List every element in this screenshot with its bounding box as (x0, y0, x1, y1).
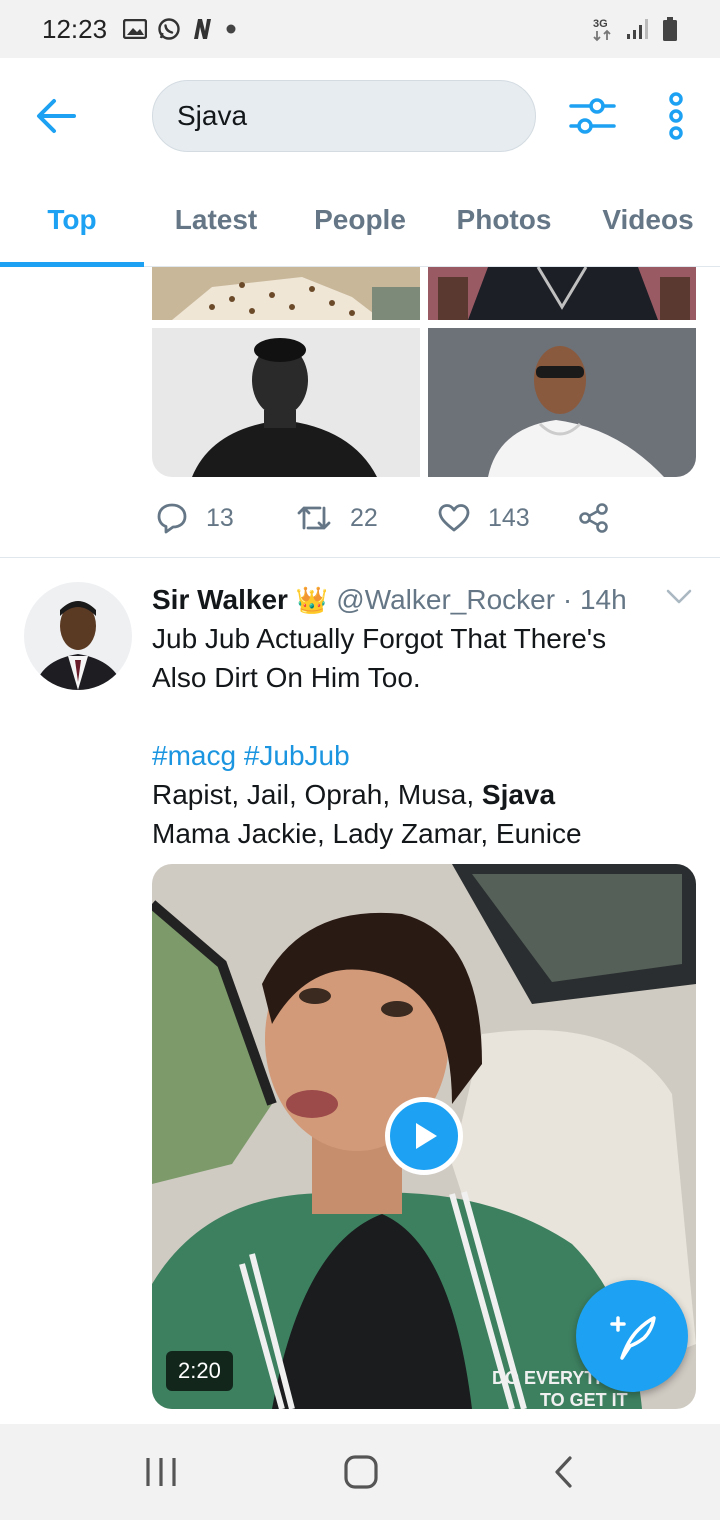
avatar[interactable] (24, 582, 132, 690)
svg-text:3G: 3G (593, 18, 608, 30)
like-count: 143 (488, 503, 530, 532)
search-query: Sjava (177, 100, 248, 131)
tweet-divider (0, 557, 720, 558)
photo-top-left[interactable] (152, 267, 420, 320)
system-nav-bar (0, 1424, 720, 1520)
compose-tweet-button[interactable] (576, 1280, 688, 1392)
status-time: 12:23 (42, 13, 108, 44)
3g-icon: 3G (593, 18, 611, 42)
battery-icon (663, 17, 677, 41)
play-icon (416, 1123, 437, 1149)
tweet-header: Sir Walker 👑 @Walker_Rocker · 14h (152, 580, 627, 620)
retweet-count: 22 (350, 503, 378, 532)
tab-videos[interactable]: Videos (576, 174, 720, 266)
hashtag-jubjub[interactable]: #JubJub (244, 740, 350, 771)
gallery-icon (123, 19, 148, 39)
tab-latest[interactable]: Latest (144, 174, 288, 266)
tweet-text-line1: Jub Jub Actually Forgot That There's (152, 623, 607, 654)
search-input[interactable]: Sjava (152, 80, 536, 152)
reply-count: 13 (206, 503, 234, 532)
filter-settings-icon[interactable] (568, 94, 616, 138)
whatsapp-icon (158, 18, 180, 40)
tab-top[interactable]: Top (0, 174, 144, 267)
dot-icon (226, 24, 236, 34)
photo-bottom-left[interactable] (152, 328, 420, 477)
notification-icons (123, 17, 239, 41)
share-button[interactable] (578, 494, 610, 542)
share-icon (579, 503, 608, 533)
tab-photos[interactable]: Photos (432, 174, 576, 266)
reply-button[interactable]: 13 (156, 494, 234, 542)
tab-people[interactable]: People (288, 174, 432, 266)
compose-feather-icon (610, 1316, 656, 1360)
search-tabs: Top Latest People Photos Videos (0, 174, 720, 267)
video-caption-line2: TO GET IT (540, 1390, 628, 1409)
video-duration: 2:20 (166, 1351, 233, 1391)
tweet-text-line2: Also Dirt On Him Too. (152, 662, 421, 693)
search-header: Sjava (0, 58, 720, 174)
home-icon[interactable] (344, 1452, 378, 1492)
tweet-text-line5: Mama Jackie, Lady Zamar, Eunice (152, 818, 582, 849)
recent-apps-icon[interactable] (144, 1452, 178, 1492)
back-nav-icon[interactable] (552, 1452, 576, 1492)
hashtag-macg[interactable]: #macg (152, 740, 236, 771)
more-options-icon[interactable] (664, 92, 688, 140)
chevron-down-icon[interactable] (666, 588, 692, 606)
retweet-icon (297, 506, 331, 530)
tweet-handle-time[interactable]: @Walker_Rocker · 14h (336, 584, 626, 616)
play-button[interactable] (385, 1097, 463, 1175)
tweet-actions: 13 22 143 (152, 494, 632, 542)
system-icons: 3G (592, 16, 678, 42)
back-arrow-icon[interactable] (36, 96, 76, 136)
crown-emoji: 👑 (295, 584, 329, 615)
tweet-hashtags: #macg #JubJub (152, 736, 350, 775)
tweet-text-line4-prefix: Rapist, Jail, Oprah, Musa, (152, 779, 482, 810)
twitter-search-screen: 12:23 3G Sjava Top Latest People Photos … (0, 0, 720, 1520)
reply-icon (157, 503, 187, 534)
search-term-highlight: Sjava (481, 779, 556, 810)
like-button[interactable]: 143 (438, 494, 530, 542)
tweet-text-line4: Rapist, Jail, Oprah, Musa, Sjava (152, 775, 555, 814)
photo-top-right[interactable] (428, 267, 696, 320)
retweet-button[interactable]: 22 (296, 494, 378, 542)
photo-bottom-right[interactable] (428, 328, 696, 477)
signal-icon (627, 19, 648, 39)
heart-icon (438, 504, 470, 532)
tweet-author-name[interactable]: Sir Walker (152, 584, 288, 616)
status-bar: 12:23 3G (0, 0, 720, 58)
netflix-icon (194, 19, 212, 39)
